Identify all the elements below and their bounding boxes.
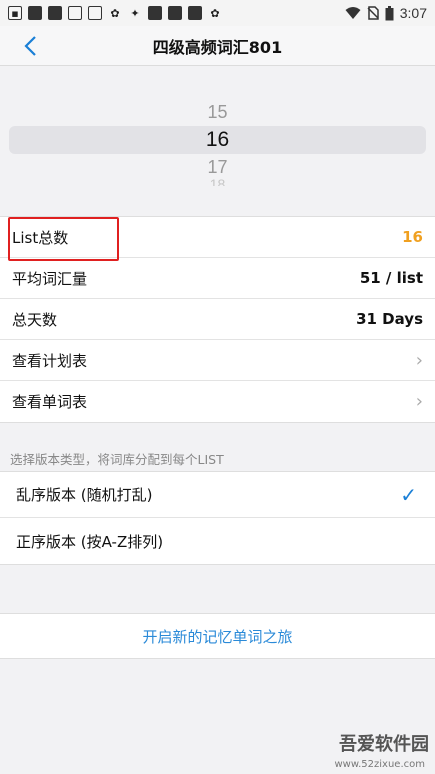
app-icon (148, 6, 162, 20)
row-label: List总数 (12, 228, 69, 247)
chevron-right-icon: › (415, 391, 423, 412)
app-icon: ✿ (210, 6, 220, 20)
picker-option[interactable]: 17 (0, 157, 435, 178)
app-icon (48, 6, 62, 20)
picker-option-selected[interactable]: 16 (0, 126, 435, 154)
list-count-picker[interactable]: 15 16 17 18 (0, 66, 435, 216)
nav-bar: 四级高频词汇801 (0, 26, 435, 66)
row-label: 查看单词表 (12, 393, 88, 411)
list-total-row: List总数 16 (0, 217, 435, 261)
screenshot-icon: ▪ (8, 6, 22, 20)
option-label: 正序版本 (按A-Z排列) (16, 532, 164, 551)
app-icon (28, 6, 42, 20)
app-icon (188, 6, 202, 20)
notification-icons: ▪ ✿ ✦ ✿ (8, 6, 345, 20)
page-title: 四级高频词汇801 (152, 37, 283, 57)
checkmark-icon: ✓ (400, 482, 417, 507)
start-journey-button[interactable]: 开启新的记忆单词之旅 (0, 613, 435, 659)
picker-option[interactable]: 18 (0, 178, 435, 186)
watermark-url: www.52zixue.com (334, 759, 426, 770)
app-icon (68, 6, 82, 20)
picker-option[interactable]: 15 (0, 102, 435, 123)
watermark: 吾爱软件园 www.52zixue.com (299, 700, 430, 770)
total-days-row: 总天数 31 Days (0, 299, 435, 340)
version-section-hint: 选择版本类型，将词库分配到每个LIST (10, 452, 224, 467)
back-button[interactable] (18, 34, 42, 58)
plan-settings: List总数 16 平均词汇量 51 / list 总天数 31 Days 查看… (0, 216, 435, 423)
row-value: 51 / list (359, 269, 423, 287)
row-label: 总天数 (12, 310, 58, 329)
app-icon (168, 6, 182, 20)
clock: 3:07 (399, 5, 427, 21)
app-icon (88, 6, 102, 20)
version-option-alphabetical[interactable]: 正序版本 (按A-Z排列) (0, 518, 435, 564)
view-wordlist-row[interactable]: 查看单词表 › (0, 381, 435, 422)
watermark-text: 吾爱软件园 (339, 734, 429, 755)
status-bar: ▪ ✿ ✦ ✿ 3:07 (0, 0, 435, 26)
view-schedule-row[interactable]: 查看计划表 › (0, 340, 435, 381)
avg-vocab-row: 平均词汇量 51 / list (0, 258, 435, 299)
chevron-right-icon: › (415, 349, 423, 371)
app-icon: ✦ (130, 6, 140, 20)
row-value: 31 Days (356, 310, 423, 328)
row-value: 16 (402, 228, 423, 246)
app-icon: ✿ (110, 6, 120, 20)
battery-icon (385, 5, 394, 20)
version-options: 乱序版本 (随机打乱) ✓ 正序版本 (按A-Z排列) (0, 471, 435, 565)
no-sim-icon (367, 6, 379, 20)
row-label: 查看计划表 (12, 351, 88, 370)
chevron-left-icon (24, 36, 36, 56)
row-label: 平均词汇量 (12, 269, 88, 288)
system-icons: 3:07 (345, 5, 427, 21)
option-label: 乱序版本 (随机打乱) (16, 486, 153, 504)
wifi-icon (345, 7, 361, 19)
version-option-shuffled[interactable]: 乱序版本 (随机打乱) ✓ (0, 472, 435, 518)
